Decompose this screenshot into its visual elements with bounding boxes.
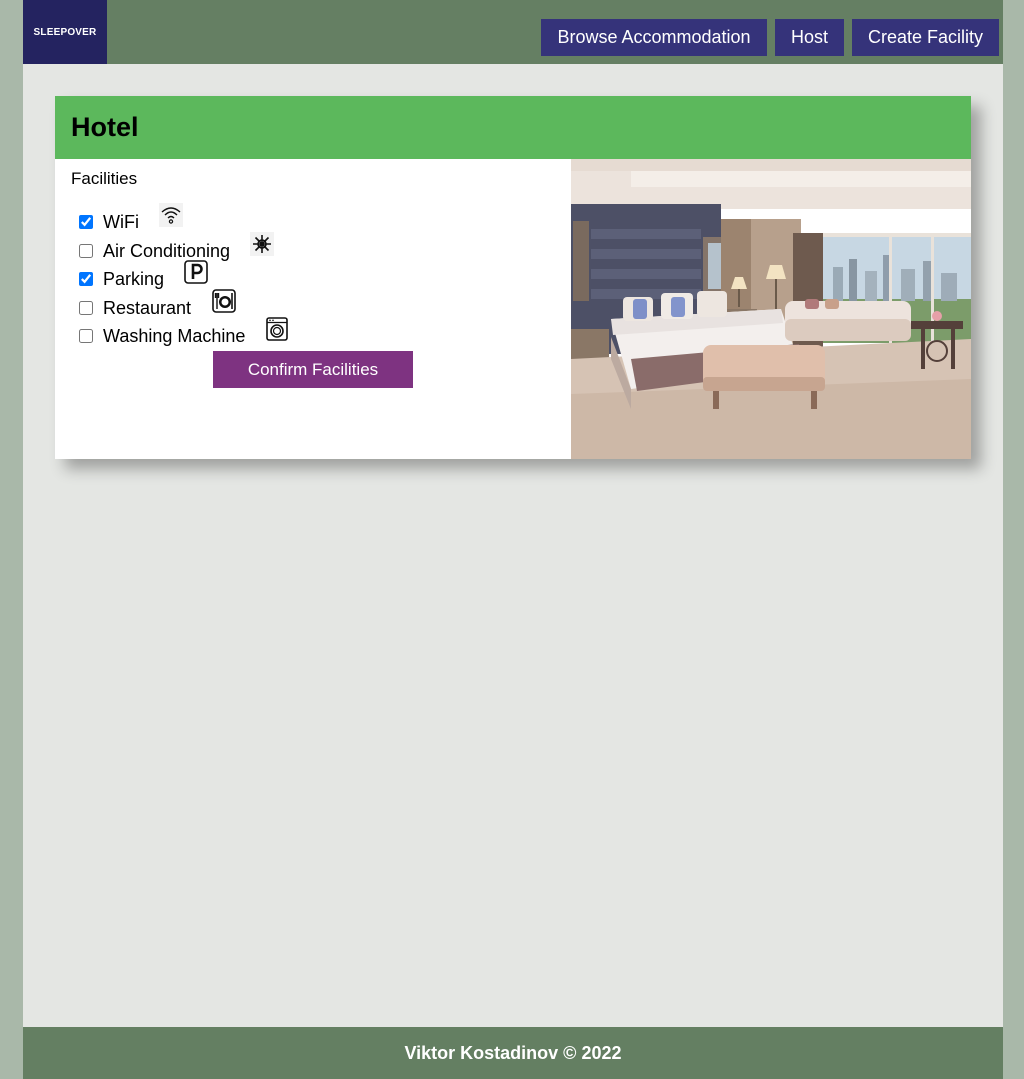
facility-label-parking: Parking [103,268,165,289]
washing-machine-icon [265,317,289,341]
facility-label-air-conditioning: Air Conditioning [103,240,231,261]
restaurant-icon [212,289,236,313]
footer: Viktor Kostadinov © 2022 [23,1027,1003,1079]
facility-label-wifi: WiFi [103,211,139,232]
create-facility-button[interactable]: Create Facility [852,19,999,56]
parking-icon [184,260,208,284]
restaurant-checkbox[interactable] [79,301,93,315]
washing-machine-checkbox[interactable] [79,329,93,343]
confirm-facilities-button[interactable]: Confirm Facilities [213,351,413,388]
hotel-room-image [571,159,971,459]
card-header: Hotel [55,96,971,159]
facility-label-washing-machine: Washing Machine [103,325,246,346]
card-title: Hotel [71,112,139,142]
facility-item-parking: Parking [79,267,164,291]
facilities-label: Facilities [71,169,138,188]
top-navigation-bar: SLEEPOVER Browse Accommodation Host Crea… [23,0,1003,64]
facility-item-wifi: WiFi [79,210,139,234]
browse-accommodation-button[interactable]: Browse Accommodation [541,19,767,56]
hotel-card: Hotel Facilities WiFi Air Conditioning P… [55,96,971,459]
parking-checkbox[interactable] [79,272,93,286]
site-logo[interactable]: SLEEPOVER [23,0,107,64]
facility-item-restaurant: Restaurant [79,296,191,320]
host-button[interactable]: Host [775,19,844,56]
wifi-checkbox[interactable] [79,215,93,229]
facility-item-washing-machine: Washing Machine [79,324,245,348]
wifi-icon [159,203,183,227]
footer-copyright: Viktor Kostadinov © 2022 [404,1042,622,1063]
page-frame: SLEEPOVER Browse Accommodation Host Crea… [23,0,1003,1079]
air-conditioning-checkbox[interactable] [79,244,93,258]
facility-label-restaurant: Restaurant [103,297,192,318]
air-conditioning-icon [250,232,274,256]
